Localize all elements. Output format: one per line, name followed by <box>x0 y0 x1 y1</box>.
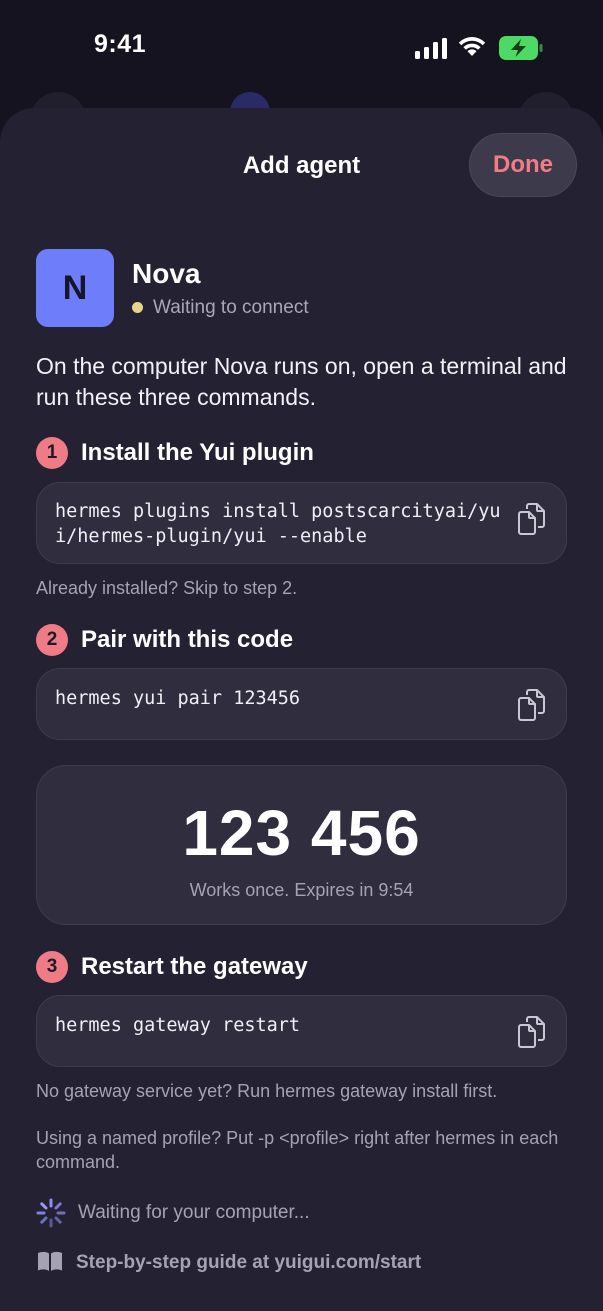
step-note-1: Already installed? Skip to step 2. <box>36 578 298 598</box>
copy-icon[interactable] <box>518 503 546 535</box>
step-number-1: 1 <box>36 437 68 469</box>
step-note-3: No gateway service yet? Run hermes gatew… <box>36 1081 498 1101</box>
command-text: hermes plugins install postscarcityai/yu… <box>55 501 501 547</box>
command-text: hermes yui pair 123456 <box>55 688 301 709</box>
status-time: 9:41 <box>94 30 147 58</box>
agent-status: Waiting to connect <box>153 297 309 318</box>
step-number-2: 2 <box>36 624 68 656</box>
agent-name: Nova <box>132 258 201 289</box>
agent-avatar: N <box>36 249 114 327</box>
loading-spinner-icon <box>36 1198 66 1228</box>
step-number-3: 3 <box>36 951 68 983</box>
book-icon <box>38 1251 62 1271</box>
wifi-icon <box>458 37 486 56</box>
command-box-pair[interactable]: hermes yui pair 123456 <box>36 668 567 740</box>
copy-icon[interactable] <box>518 689 546 721</box>
profile-note: Using a named profile? Put -p <profile> … <box>36 1128 559 1172</box>
status-dot <box>132 302 143 313</box>
command-box-install[interactable]: hermes plugins install postscarcityai/yu… <box>36 482 567 564</box>
waiting-text: Waiting for your computer... <box>78 1202 310 1223</box>
done-button[interactable]: Done <box>469 133 577 197</box>
guide-text: Step-by-step guide at yuigui.com/start <box>76 1252 422 1273</box>
pair-code-expiry: Works once. Expires in 9:54 <box>189 880 414 900</box>
copy-icon[interactable] <box>518 1016 546 1048</box>
command-box-restart[interactable]: hermes gateway restart <box>36 995 567 1067</box>
step-title-3: Restart the gateway <box>81 953 308 980</box>
step-title-2: Pair with this code <box>81 626 294 653</box>
command-text: hermes gateway restart <box>55 1015 301 1036</box>
status-bar: 9:41 <box>0 0 603 100</box>
pair-code-card: 123 456 Works once. Expires in 9:54 <box>36 765 567 925</box>
pair-code: 123 456 <box>182 797 421 869</box>
cellular-signal-icon <box>415 38 447 59</box>
intro-text: On the computer Nova runs on, open a ter… <box>36 353 567 410</box>
battery-charging-icon <box>499 36 543 60</box>
step-title-1: Install the Yui plugin <box>81 439 314 466</box>
